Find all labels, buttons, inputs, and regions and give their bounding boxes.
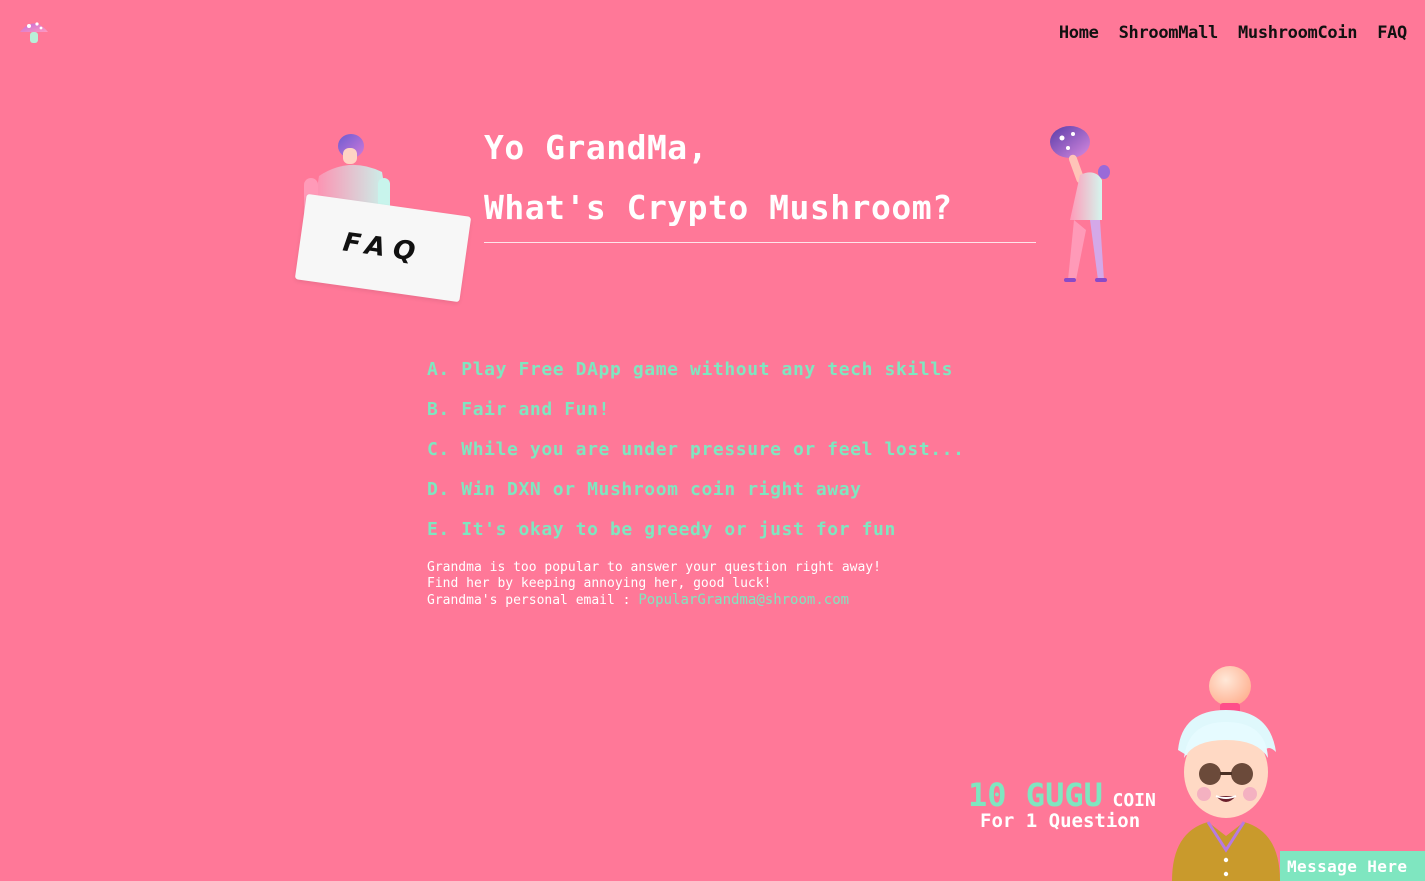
grandma-avatar [1172,666,1280,881]
coin-subtitle: For 1 Question [980,810,1141,832]
person-holding-mushroom-illustration [1050,126,1110,282]
feature-item: C. While you are under pressure or feel … [427,439,965,460]
coin-promo: 10 GUGU COIN For 1 Question [968,776,1156,832]
note-line-1: Grandma is too popular to answer your qu… [427,560,881,575]
feature-item: D. Win DXN or Mushroom coin right away [427,479,862,500]
coin-price: 10 GUGU COIN [968,776,1156,814]
nav-home[interactable]: Home [1059,23,1099,43]
message-here-button[interactable]: Message Here [1280,851,1425,881]
nav-faq[interactable]: FAQ [1377,23,1407,43]
coin-unit: COIN [1112,790,1156,811]
top-nav: Home ShroomMall MushroomCoin FAQ [1059,23,1407,43]
nav-shroommall[interactable]: ShroomMall [1119,23,1219,43]
title-underline [484,242,1036,243]
note-line-2: Find her by keeping annoying her, good l… [427,576,772,591]
mushroom-logo-icon[interactable] [17,17,51,47]
nav-mushroomcoin[interactable]: MushroomCoin [1238,23,1358,43]
email-label: Grandma's personal email : [427,593,639,608]
hero-title-line1: Yo GrandMa, [484,128,709,167]
feature-list: A. Play Free DApp game without any tech … [427,355,965,555]
faq-sign-label: FAQ [340,227,426,269]
coin-amount: 10 GUGU [968,776,1103,814]
page: Home ShroomMall MushroomCoin FAQ FAQ Yo … [0,0,1425,881]
hero-title-line2: What's Crypto Mushroom? [484,188,953,227]
note-line-3: Grandma's personal email : PopularGrandm… [427,592,881,609]
grandma-notes: Grandma is too popular to answer your qu… [427,560,881,609]
feature-item: E. It's okay to be greedy or just for fu… [427,519,896,540]
email-link[interactable]: PopularGrandma@shroom.com [638,592,849,608]
hero-title: Yo GrandMa, What's Crypto Mushroom? [484,118,1036,243]
feature-item: A. Play Free DApp game without any tech … [427,359,954,380]
feature-item: B. Fair and Fun! [427,399,610,420]
